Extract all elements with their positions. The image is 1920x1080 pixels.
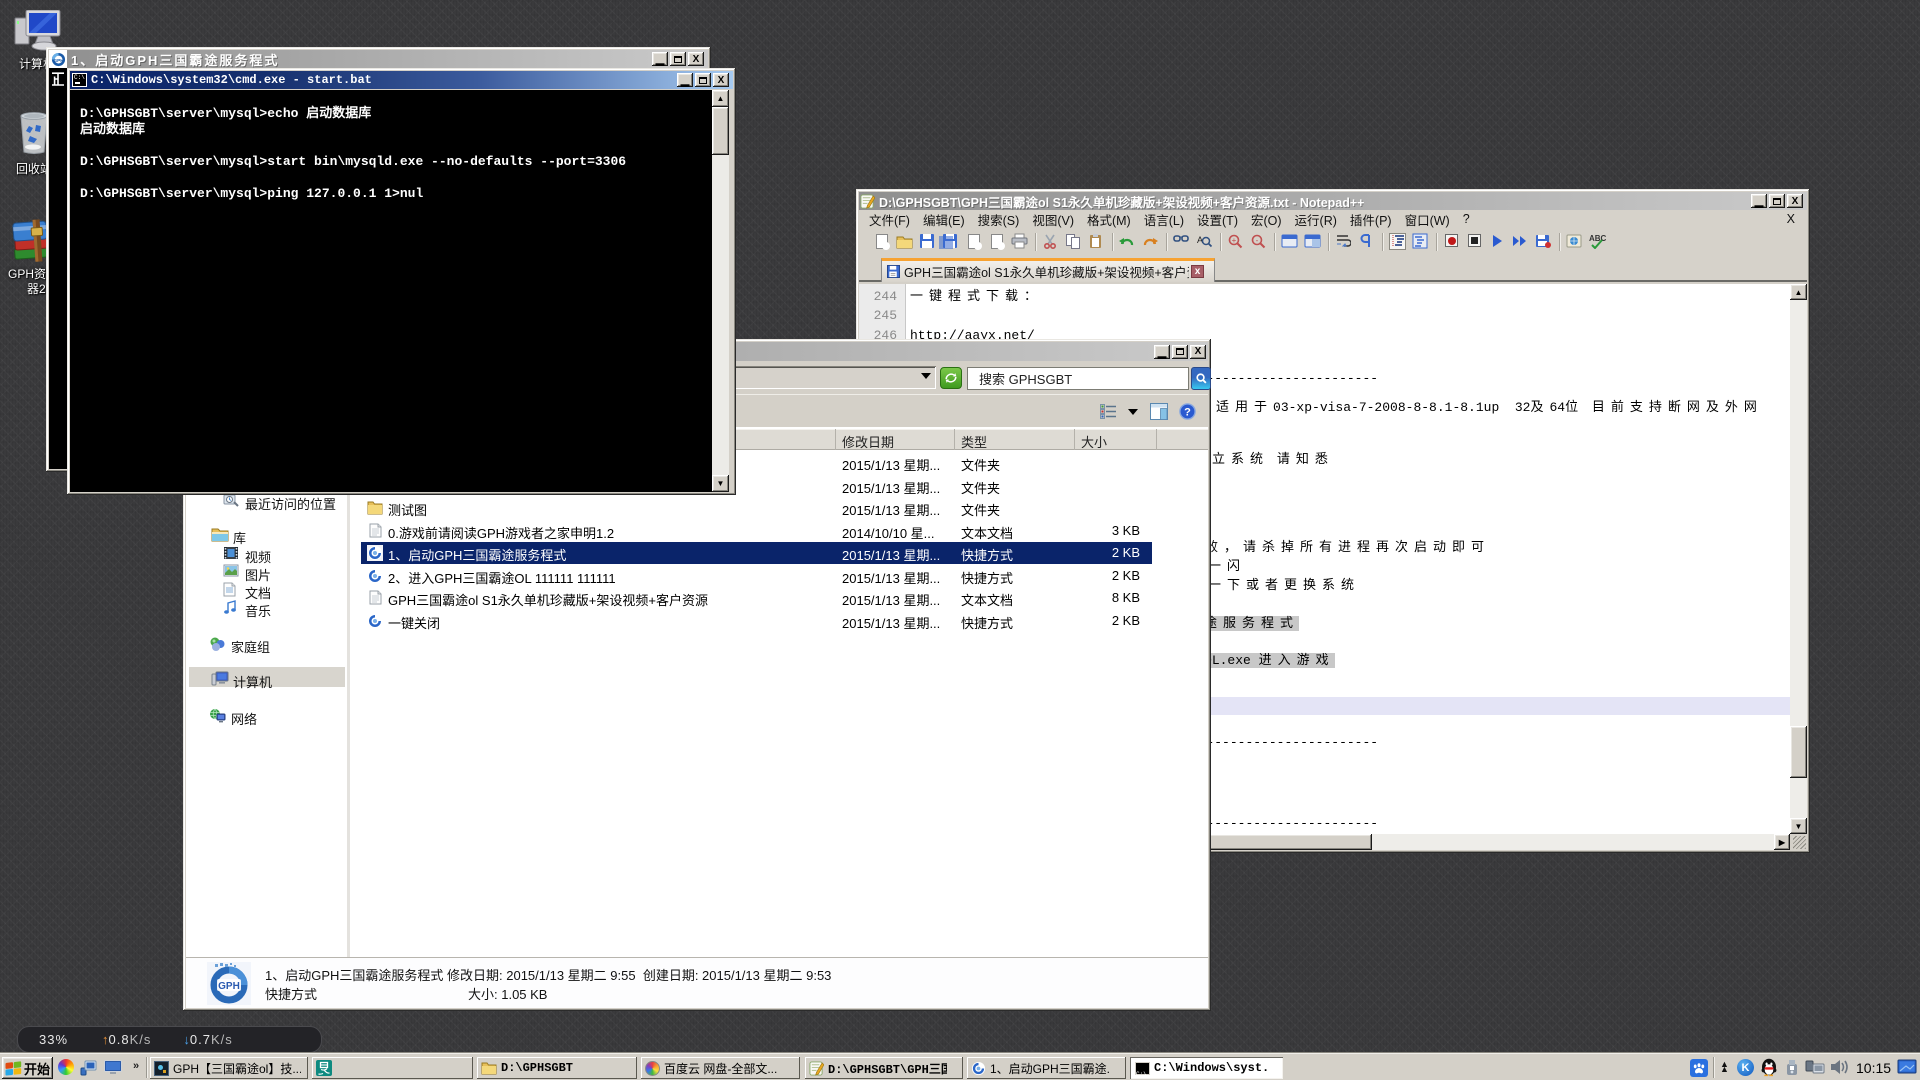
svg-text:?: ? bbox=[1184, 407, 1191, 419]
svg-text:GPH: GPH bbox=[218, 981, 240, 992]
svg-text:-: - bbox=[1256, 236, 1259, 245]
svg-text:GPH: GPH bbox=[53, 57, 64, 62]
svg-text:+: + bbox=[1232, 236, 1237, 245]
svg-text:ABC: ABC bbox=[1589, 234, 1607, 243]
